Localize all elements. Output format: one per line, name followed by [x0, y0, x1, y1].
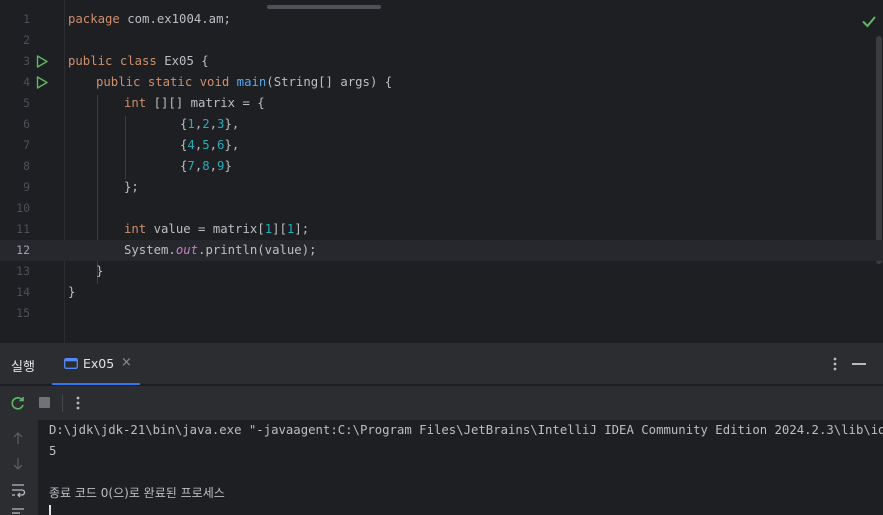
code-text: public static void main(String[] args) { [96, 72, 392, 93]
code-text: }; [124, 180, 139, 194]
run-toolbar [0, 386, 883, 420]
code-fragment: }, [224, 117, 240, 131]
text-caret [49, 505, 51, 515]
keyword: public static void [96, 75, 230, 89]
console-line: D:\jdk\jdk-21\bin\java.exe "-javaagent:C… [49, 423, 883, 437]
number-literal: 2 [202, 117, 210, 131]
code-text: package com.ex1004.am; [68, 9, 231, 30]
code-fragment: System. [124, 243, 176, 257]
number-literal: 1 [264, 222, 273, 236]
code-line[interactable]: 9 }; [0, 177, 883, 198]
code-text: } [96, 264, 104, 278]
rerun-icon[interactable] [10, 395, 26, 411]
keyword: package [68, 12, 120, 26]
console-icon [64, 358, 78, 369]
code-text: } [68, 285, 76, 299]
console-side-toolbar [0, 420, 38, 515]
code-fragment: , [209, 159, 218, 173]
console-output[interactable]: D:\jdk\jdk-21\bin\java.exe "-javaagent:C… [38, 420, 883, 515]
code-line[interactable]: 1 package com.ex1004.am; [0, 9, 883, 30]
number-literal: 7 [187, 159, 195, 173]
code-line[interactable]: 5 int [][] matrix = { [0, 93, 883, 114]
code-fragment: }, [224, 138, 240, 152]
minimize-icon[interactable] [852, 363, 866, 365]
code-line[interactable]: 13 } [0, 261, 883, 282]
soft-wrap-icon[interactable] [10, 482, 26, 498]
line-number: 12 [16, 243, 30, 257]
line-number: 15 [16, 306, 30, 320]
code-text: System.out.println(value); [124, 240, 317, 261]
code-line[interactable]: 2 [0, 30, 883, 51]
tab-ex05[interactable]: Ex05 × [52, 343, 140, 385]
line-number: 1 [23, 12, 30, 26]
run-tool-window: 실행 Ex05 × D:\jdk\jdk-21\bin\java.exe "-j… [0, 343, 883, 515]
scroll-down-icon[interactable] [10, 456, 26, 472]
code-fragment: value = matrix[ [146, 222, 265, 236]
method-name: main [236, 75, 267, 89]
line-number: 10 [16, 201, 30, 215]
line-number: 4 [23, 75, 30, 89]
code-fragment: [][] matrix = { [146, 96, 265, 110]
code-line[interactable]: 7 {4,5,6}, [0, 135, 883, 156]
run-tool-title: 실행 [11, 360, 35, 375]
code-line[interactable]: 6 {1,2,3}, [0, 114, 883, 135]
number-literal: 5 [202, 138, 210, 152]
close-icon[interactable]: × [121, 355, 132, 370]
static-field: out [175, 243, 199, 257]
code-text: {4,5,6}, [180, 135, 239, 156]
number-literal: 1 [187, 117, 195, 131]
code-fragment: ][ [272, 222, 287, 236]
code-fragment: } [224, 159, 232, 173]
scroll-up-icon[interactable] [10, 430, 26, 446]
code-line[interactable]: 11 int value = matrix[1][1]; [0, 219, 883, 240]
code-fragment: , [209, 138, 218, 152]
more-vertical-icon[interactable] [829, 356, 841, 372]
more-vertical-icon[interactable] [72, 395, 84, 411]
tab-label: Ex05 [83, 356, 115, 371]
keyword: public class [68, 54, 157, 68]
toolbar-divider [62, 394, 63, 412]
code-line[interactable]: 10 [0, 198, 883, 219]
line-number: 14 [16, 285, 30, 299]
code-line-current[interactable]: 12 System.out.println(value); [0, 240, 883, 261]
run-tool-header: 실행 Ex05 × [0, 343, 883, 385]
code-fragment: .println(value); [198, 243, 317, 257]
line-number: 13 [16, 264, 30, 278]
code-line[interactable]: 3 public class Ex05 { [0, 51, 883, 72]
keyword: int [124, 96, 147, 110]
console-line: 5 [49, 444, 57, 458]
run-icon[interactable] [36, 55, 48, 68]
line-number: 3 [23, 54, 30, 68]
code-fragment: Ex05 { [156, 54, 209, 68]
code-text: int value = matrix[1][1]; [124, 219, 309, 240]
line-number: 9 [23, 180, 30, 194]
code-line[interactable]: 8 {7,8,9} [0, 156, 883, 177]
number-literal: 4 [187, 138, 195, 152]
scroll-to-end-icon[interactable] [10, 506, 26, 515]
code-fragment: ]; [294, 222, 310, 236]
run-icon[interactable] [36, 76, 48, 89]
code-editor[interactable]: 1 package com.ex1004.am; 2 3 public clas… [0, 0, 883, 343]
code-line[interactable]: 15 [0, 303, 883, 324]
code-fragment: (String[] args) { [266, 75, 393, 89]
number-literal: 8 [202, 159, 210, 173]
line-number: 11 [16, 222, 30, 236]
code-fragment: com.ex1004.am; [119, 12, 231, 26]
code-fragment: , [209, 117, 218, 131]
code-text: int [][] matrix = { [124, 93, 265, 114]
code-text: {1,2,3}, [180, 114, 239, 135]
keyword: int [124, 222, 147, 236]
code-text: public class Ex05 { [68, 51, 209, 72]
console-line: 종료 코드 0(으)로 완료된 프로세스 [49, 486, 225, 500]
code-line[interactable]: 4 public static void main(String[] args)… [0, 72, 883, 93]
line-number: 8 [23, 159, 30, 173]
line-number: 2 [23, 33, 30, 47]
stop-icon[interactable] [39, 397, 50, 408]
line-number: 7 [23, 138, 30, 152]
code-line[interactable]: 14 } [0, 282, 883, 303]
line-number: 6 [23, 117, 30, 131]
code-text: {7,8,9} [180, 156, 232, 177]
line-number: 5 [23, 96, 30, 110]
